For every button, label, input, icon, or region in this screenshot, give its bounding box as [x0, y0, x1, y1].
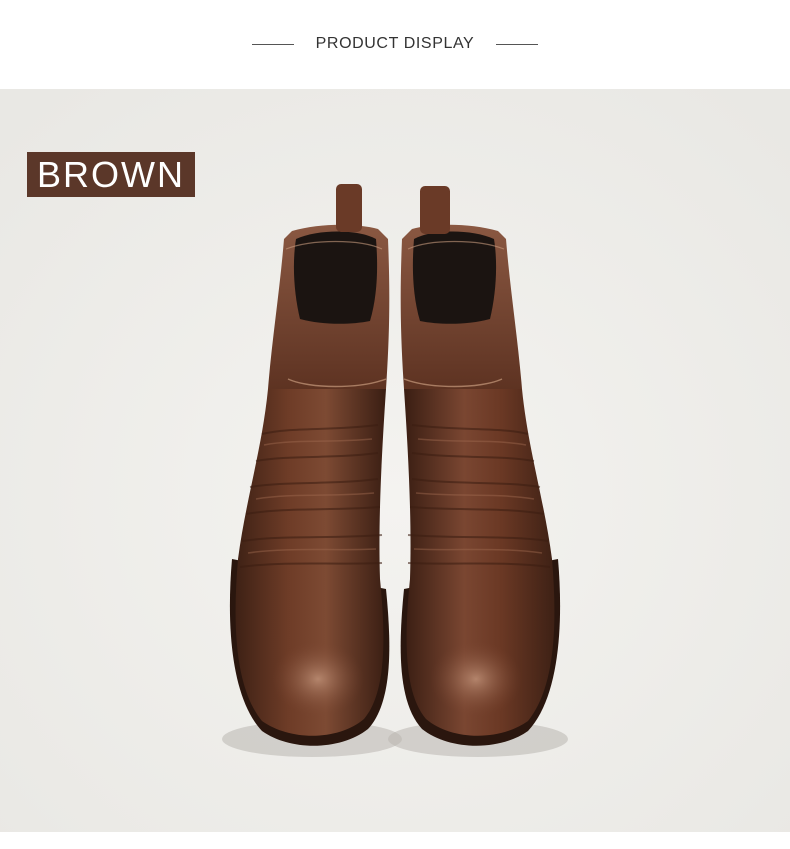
- section-title: PRODUCT DISPLAY: [315, 35, 475, 52]
- product-photo: [0, 89, 790, 832]
- color-badge: BROWN: [27, 152, 195, 197]
- product-display-page: PRODUCT DISPLAY BROWN: [0, 0, 790, 849]
- header-divider-left: [251, 43, 294, 45]
- boots-illustration: [0, 89, 790, 832]
- footer-strip: [0, 832, 790, 849]
- header-divider-right: [496, 43, 539, 45]
- section-header: PRODUCT DISPLAY: [0, 0, 790, 88]
- color-badge-label: BROWN: [37, 153, 185, 195]
